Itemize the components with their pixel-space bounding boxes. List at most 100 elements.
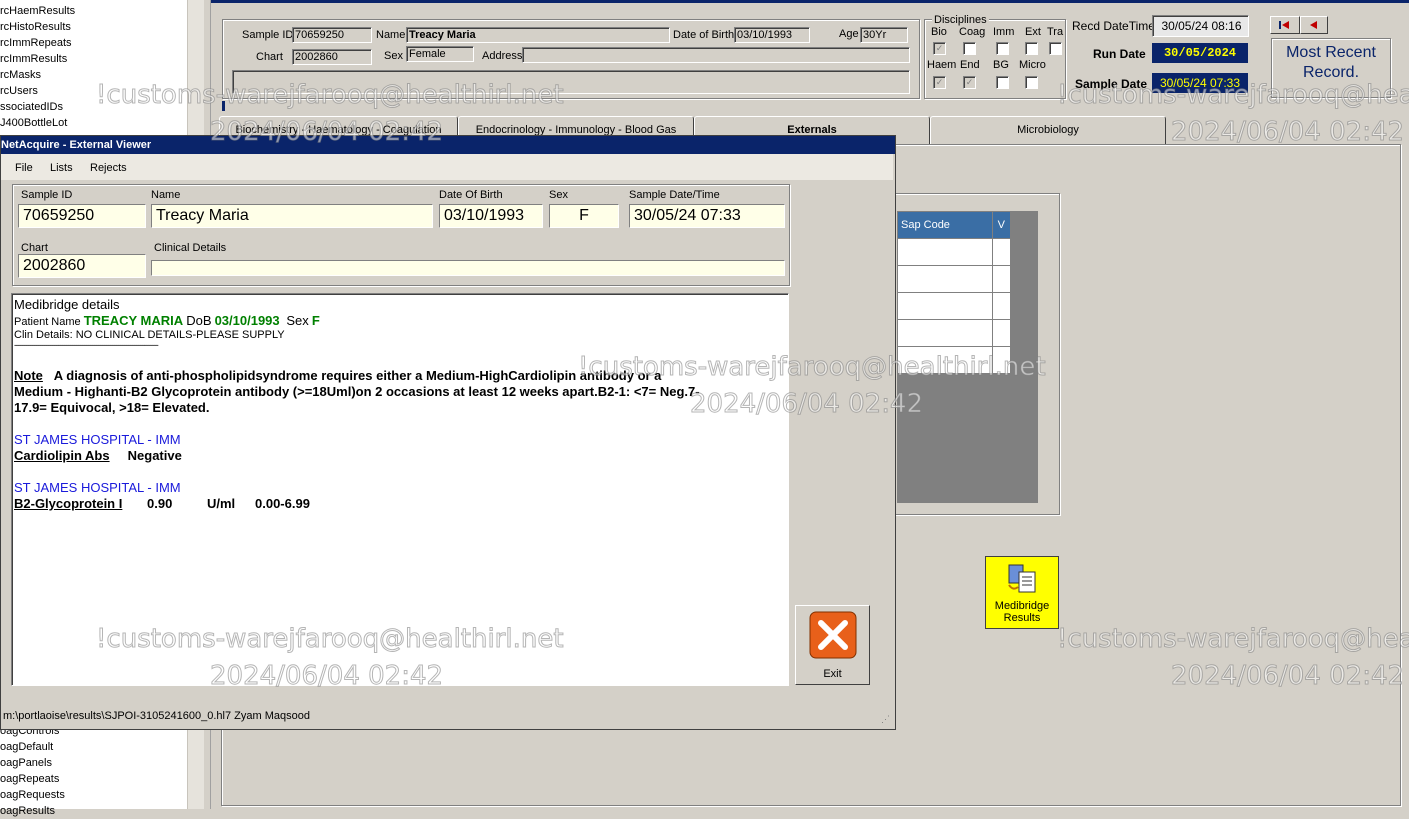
grid-cell[interactable] [991, 292, 1012, 320]
dlg-clinical-field[interactable] [151, 260, 785, 276]
tree-item[interactable]: oagRequests [0, 787, 65, 803]
grid-cell[interactable] [991, 319, 1012, 347]
dob-field[interactable]: 03/10/1993 [734, 27, 810, 43]
menu-rejects[interactable]: Rejects [90, 162, 127, 174]
comment-field[interactable] [232, 70, 910, 94]
grid-header-v[interactable]: V [991, 211, 1012, 239]
menu-lists[interactable]: Lists [50, 162, 73, 174]
sap-code-grid[interactable]: Sap Code V [897, 211, 1038, 503]
dlg-sex-field[interactable]: F [549, 204, 619, 228]
tree-item[interactable]: oagDefault [0, 739, 53, 755]
sample-id-field[interactable]: 70659250 [292, 27, 372, 43]
report-viewer[interactable]: Medibridge details Patient Name TREACY M… [11, 293, 789, 686]
report-divider: ----------------------------------------… [14, 340, 159, 350]
chart-field[interactable]: 2002860 [292, 49, 372, 65]
exit-label: Exit [823, 668, 842, 680]
dialog-title-bar[interactable]: NetAcquire - External Viewer [1, 136, 895, 154]
dlg-clinical-label: Clinical Details [154, 242, 227, 254]
disc-bio-checkbox[interactable]: ✓ [933, 42, 946, 55]
report-note-label: Note [14, 368, 43, 383]
disc-coag-checkbox[interactable] [963, 42, 976, 55]
medibridge-results-label: Medibridge Results [994, 600, 1050, 624]
documents-icon [1008, 564, 1036, 593]
sample-date-field[interactable]: 30/05/24 07:33 [1152, 73, 1248, 93]
grid-cell[interactable] [897, 319, 993, 347]
test-name-2: B2-Glycoprotein I [14, 496, 123, 511]
grid-cell[interactable] [897, 292, 993, 320]
tree-item[interactable]: rcMasks [0, 67, 41, 83]
tree-item[interactable]: oagResults [0, 803, 55, 819]
report-note-line2: Medium - Highanti-B2 Glycoprotein antibo… [14, 384, 700, 399]
run-date-label: Run Date [1093, 47, 1146, 61]
tree-item[interactable]: rcHaemResults [0, 3, 75, 19]
dlg-sample-id-field[interactable]: 70659250 [18, 204, 146, 228]
name-field[interactable]: Treacy Maria [406, 27, 670, 43]
tree-item[interactable]: rcImmResults [0, 51, 67, 67]
grid-header-sap-code[interactable]: Sap Code [897, 211, 993, 239]
run-date-field[interactable]: 30/05/2024 [1152, 43, 1248, 63]
dlg-name-field[interactable]: Treacy Maria [151, 204, 433, 228]
grid-cell[interactable] [897, 238, 993, 266]
grid-cell[interactable] [991, 238, 1012, 266]
disc-end-checkbox[interactable]: ✓ [963, 76, 976, 89]
status-bar: m:\portlaoise\results\SJPOI-3105241600_0… [3, 710, 310, 722]
dialog-title: NetAcquire - External Viewer [1, 139, 152, 151]
close-icon [809, 611, 857, 659]
dlg-name-label: Name [151, 189, 181, 201]
previous-record-button[interactable] [1300, 16, 1328, 34]
disc-ext-checkbox[interactable] [1025, 42, 1038, 55]
tab-microbiology[interactable]: Microbiology [930, 116, 1166, 145]
chart-label: Chart [256, 51, 283, 63]
disc-bg-label: BG [993, 59, 1009, 71]
test-result-1: Negative [127, 448, 182, 463]
disc-micro-checkbox[interactable] [1025, 76, 1038, 89]
report-lab-2: ST JAMES HOSPITAL - IMM [14, 480, 181, 495]
dlg-chart-label: Chart [21, 242, 48, 254]
dlg-chart-field[interactable]: 2002860 [18, 254, 146, 278]
dlg-sample-datetime-label: Sample Date/Time [629, 189, 720, 201]
recd-datetime-field[interactable]: 30/05/24 08:16 [1152, 15, 1249, 37]
external-viewer-dialog: NetAcquire - External Viewer File Lists … [0, 135, 896, 730]
recd-datetime-label: Recd DateTime [1072, 19, 1155, 33]
address-field[interactable] [522, 47, 910, 63]
report-patient-name: TREACY MARIA [83, 313, 184, 328]
sample-date-label: Sample Date [1075, 77, 1148, 91]
grid-cell[interactable] [991, 265, 1012, 293]
resize-grip-icon[interactable]: ⋰ [881, 714, 891, 724]
tree-item[interactable]: J400BottleLot [0, 115, 67, 131]
sex-field[interactable]: Female [406, 46, 474, 62]
medibridge-results-button[interactable]: Medibridge Results [985, 556, 1059, 629]
tree-item[interactable]: ssociatedIDs [0, 99, 63, 115]
grid-cell[interactable] [897, 265, 993, 293]
tree-item[interactable]: oagRepeats [0, 771, 59, 787]
disciplines-label: Disciplines [932, 14, 989, 26]
disc-ext-label: Ext [1025, 26, 1041, 38]
tree-item[interactable]: rcImmRepeats [0, 35, 72, 51]
dlg-sex-label: Sex [549, 189, 568, 201]
disc-tra-checkbox[interactable] [1049, 42, 1062, 55]
test-name-1: Cardiolipin Abs [14, 448, 110, 463]
tree-item[interactable]: oagPanels [0, 755, 52, 771]
age-field[interactable]: 30Yr [860, 27, 908, 43]
tree-item[interactable]: rcHistoResults [0, 19, 71, 35]
first-record-icon [1279, 21, 1289, 29]
dob-label: Date of Birth [673, 29, 735, 41]
watermark-time: 2024/06/04 02:42 [1170, 117, 1405, 148]
disc-haem-checkbox[interactable]: ✓ [933, 76, 946, 89]
test-range-2: 0.00-6.99 [255, 496, 310, 511]
previous-record-icon [1310, 21, 1317, 29]
first-record-button[interactable] [1270, 16, 1300, 34]
age-label: Age [839, 28, 859, 40]
disc-bg-checkbox[interactable] [996, 76, 1009, 89]
menu-file[interactable]: File [15, 162, 33, 174]
report-sex-prefix: Sex [286, 313, 309, 328]
tree-item[interactable]: rcUsers [0, 83, 38, 99]
exit-button[interactable]: Exit [795, 605, 870, 685]
window-top-strip [211, 0, 1409, 3]
grid-cell[interactable] [991, 346, 1012, 374]
dlg-sample-datetime-field[interactable]: 30/05/24 07:33 [629, 204, 785, 228]
dlg-dob-field[interactable]: 03/10/1993 [439, 204, 543, 228]
disc-imm-checkbox[interactable] [996, 42, 1009, 55]
name-label: Name [376, 29, 406, 41]
grid-cell[interactable] [897, 346, 993, 374]
